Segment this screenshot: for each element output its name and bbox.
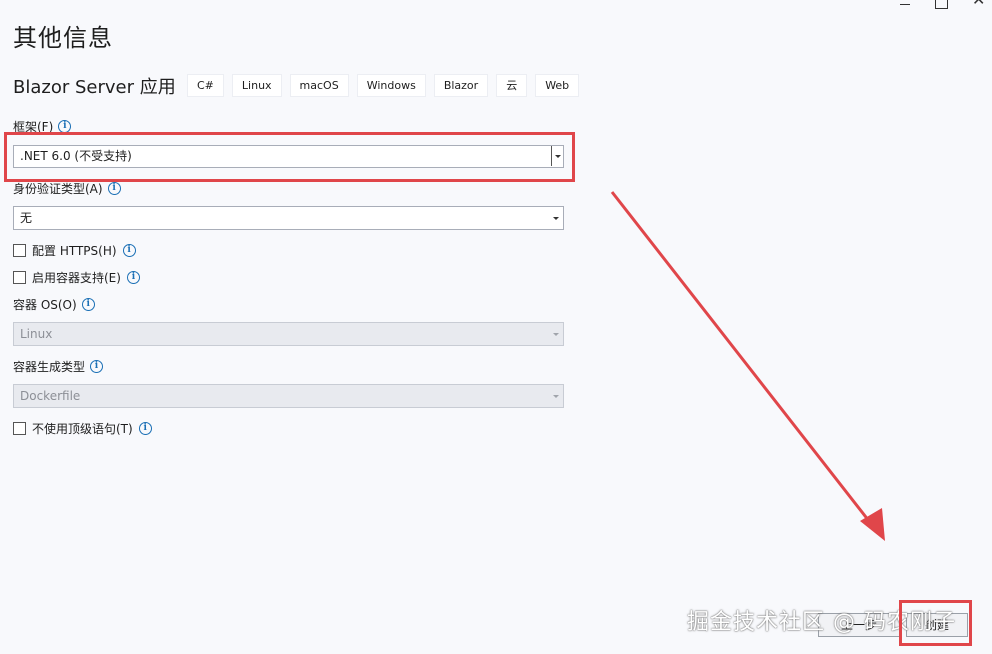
annotation-arrow-line: [610, 191, 878, 531]
annotation-arrow: [610, 191, 885, 541]
